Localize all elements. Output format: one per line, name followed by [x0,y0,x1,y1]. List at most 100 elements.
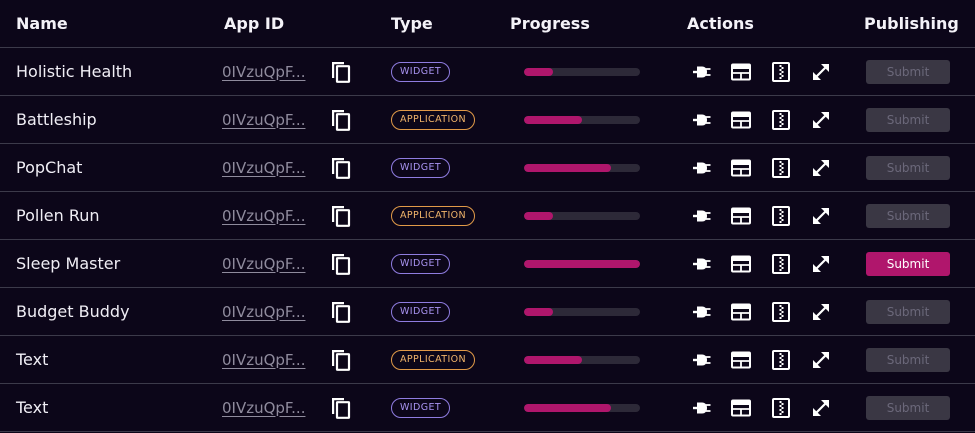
archive-icon[interactable] [770,253,792,275]
submit-button[interactable]: Submit [866,251,950,276]
archive-button[interactable] [770,192,792,239]
plug-icon[interactable] [690,61,712,83]
copy-icon[interactable] [330,396,352,420]
archive-button[interactable] [770,240,792,287]
plug-icon[interactable] [690,157,712,179]
plug-icon[interactable] [690,109,712,131]
app-id-link[interactable]: 0IVzuQpF... [222,159,305,177]
expand-button[interactable] [810,384,832,431]
layout-button[interactable] [730,192,752,239]
copy-icon[interactable] [330,60,352,84]
expand-icon[interactable] [810,109,832,131]
layout-icon[interactable] [730,61,752,83]
progress-bar [524,163,640,172]
plug-button[interactable] [690,384,712,431]
app-id-link[interactable]: 0IVzuQpF... [222,111,305,129]
submit-button[interactable]: Submit [866,347,950,372]
submit-button[interactable]: Submit [866,107,950,132]
layout-icon[interactable] [730,397,752,419]
expand-button[interactable] [810,192,832,239]
expand-icon[interactable] [810,157,832,179]
archive-button[interactable] [770,384,792,431]
expand-button[interactable] [810,48,832,95]
submit-button[interactable]: Submit [866,59,950,84]
layout-button[interactable] [730,96,752,143]
copy-icon[interactable] [330,156,352,180]
app-id-link[interactable]: 0IVzuQpF... [222,207,305,225]
submit-button[interactable]: Submit [866,203,950,228]
copy-icon[interactable] [330,252,352,276]
plug-button[interactable] [690,48,712,95]
plug-button[interactable] [690,336,712,383]
copy-icon[interactable] [330,348,352,372]
copy-button[interactable] [330,336,352,383]
expand-icon[interactable] [810,205,832,227]
archive-button[interactable] [770,48,792,95]
copy-button[interactable] [330,384,352,431]
archive-icon[interactable] [770,61,792,83]
copy-button[interactable] [330,48,352,95]
archive-icon[interactable] [770,205,792,227]
progress-bar [524,67,640,76]
plug-button[interactable] [690,192,712,239]
layout-icon[interactable] [730,109,752,131]
copy-button[interactable] [330,240,352,287]
layout-button[interactable] [730,48,752,95]
plug-icon[interactable] [690,349,712,371]
copy-icon[interactable] [330,204,352,228]
expand-icon[interactable] [810,397,832,419]
copy-icon[interactable] [330,300,352,324]
plug-icon[interactable] [690,397,712,419]
submit-button[interactable]: Submit [866,155,950,180]
archive-button[interactable] [770,288,792,335]
expand-icon[interactable] [810,301,832,323]
expand-button[interactable] [810,144,832,191]
expand-icon[interactable] [810,349,832,371]
layout-icon[interactable] [730,301,752,323]
archive-button[interactable] [770,144,792,191]
plug-button[interactable] [690,144,712,191]
layout-button[interactable] [730,384,752,431]
archive-icon[interactable] [770,109,792,131]
app-name: Holistic Health [16,62,133,81]
archive-icon[interactable] [770,349,792,371]
copy-button[interactable] [330,288,352,335]
archive-icon[interactable] [770,157,792,179]
plug-button[interactable] [690,96,712,143]
plug-button[interactable] [690,240,712,287]
layout-icon[interactable] [730,349,752,371]
archive-button[interactable] [770,96,792,143]
layout-button[interactable] [730,240,752,287]
app-id-link[interactable]: 0IVzuQpF... [222,255,305,273]
layout-icon[interactable] [730,157,752,179]
expand-icon[interactable] [810,253,832,275]
layout-button[interactable] [730,288,752,335]
app-id-link[interactable]: 0IVzuQpF... [222,63,305,81]
copy-button[interactable] [330,192,352,239]
layout-icon[interactable] [730,253,752,275]
layout-icon[interactable] [730,205,752,227]
type-badge: APPLICATION [391,205,476,226]
archive-button[interactable] [770,336,792,383]
layout-button[interactable] [730,336,752,383]
layout-button[interactable] [730,144,752,191]
plug-icon[interactable] [690,205,712,227]
plug-button[interactable] [690,288,712,335]
copy-button[interactable] [330,144,352,191]
expand-button[interactable] [810,240,832,287]
copy-button[interactable] [330,96,352,143]
plug-icon[interactable] [690,301,712,323]
app-id-link[interactable]: 0IVzuQpF... [222,303,305,321]
plug-icon[interactable] [690,253,712,275]
expand-icon[interactable] [810,61,832,83]
submit-button[interactable]: Submit [866,299,950,324]
submit-button[interactable]: Submit [866,395,950,420]
archive-icon[interactable] [770,397,792,419]
app-id-link[interactable]: 0IVzuQpF... [222,399,305,417]
expand-button[interactable] [810,96,832,143]
expand-button[interactable] [810,288,832,335]
archive-icon[interactable] [770,301,792,323]
copy-icon[interactable] [330,108,352,132]
expand-button[interactable] [810,336,832,383]
app-id-link[interactable]: 0IVzuQpF... [222,351,305,369]
